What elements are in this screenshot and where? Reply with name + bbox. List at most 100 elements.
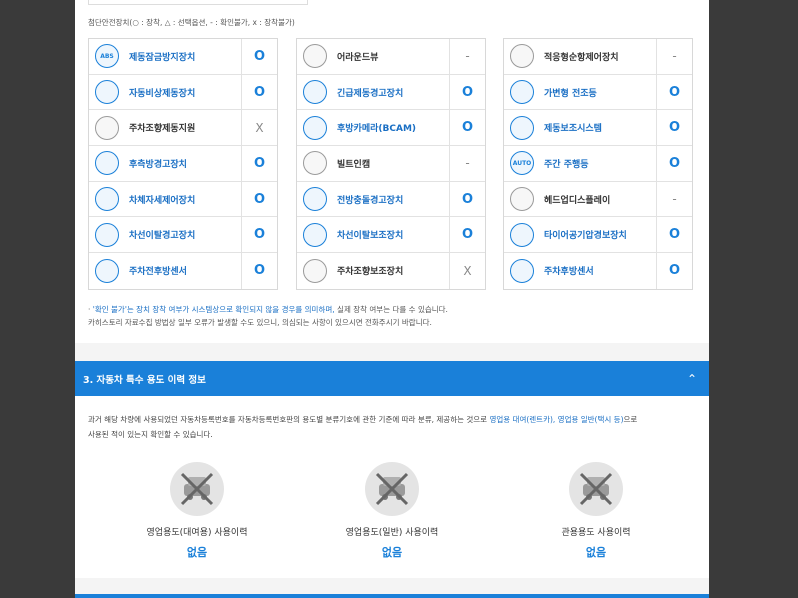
safety-item-label: 전방충돌경고장치	[337, 195, 404, 206]
safety-item-status: O	[449, 217, 485, 253]
safety-item-status: -	[449, 146, 485, 181]
safety-item-status: O	[241, 217, 277, 253]
special-usage-description: 과거 해당 차량에 사용되었던 자동차등록번호를 자동차등록번호판의 용도별 분…	[88, 415, 638, 439]
usage-history-item: 영업용도(일반) 사용이력없음	[317, 462, 467, 560]
rental-car-icon	[170, 462, 224, 516]
taxi-icon	[365, 462, 419, 516]
usage-history-item: 관용용도 사용이력없음	[521, 462, 671, 560]
safety-item-status: O	[241, 181, 277, 217]
usage-history-value: 없음	[381, 546, 403, 559]
safety-row: AUTO 주간 주행등 O	[504, 146, 692, 182]
safety-item-label: 차선이탈경고장치	[129, 231, 196, 242]
rear-parking-sensor-icon	[510, 258, 534, 283]
safety-column-2: 어라운드뷰 - 긴급제동경고장치 O 후방카메라(BCAM) O 빌트인캠 - 전방충돌경고장치…	[296, 38, 486, 290]
safety-item-label: 차선이탈보조장치	[337, 231, 404, 242]
usage-history-value: 없음	[186, 546, 208, 559]
head-up-display-icon	[510, 187, 534, 212]
safety-item-label: 후측방경고장치	[129, 159, 187, 170]
section-3-header[interactable]: 3. 자동차 특수 용도 이력 정보 ⌃	[75, 361, 709, 396]
safety-row: 적응형순항제어장치 -	[504, 39, 692, 75]
safety-row: 전방충돌경고장치 O	[297, 181, 485, 218]
safety-item-label: 타이어공기압경보장치	[544, 231, 627, 242]
safety-row: 차선이탈보조장치 O	[297, 217, 485, 254]
safety-item-status: O	[656, 74, 692, 110]
next-section-header[interactable]	[75, 594, 709, 598]
stability-control-icon	[95, 187, 119, 212]
safety-row: 차체자세제어장치 O	[89, 181, 277, 218]
safety-item-label: 헤드업디스플레이	[544, 195, 611, 206]
usage-history-value: 없음	[585, 546, 607, 559]
safety-item-label: 후방카메라(BCAM)	[337, 124, 417, 135]
chevron-up-icon[interactable]: ⌃	[687, 372, 697, 386]
brake-assist-icon	[510, 115, 534, 140]
safety-column-3: 적응형순항제어장치 - 가변형 전조등 O 제동보조시스템 O AUTO 주간 주행등 O 헤드업…	[503, 38, 693, 290]
safety-item-status: O	[656, 217, 692, 253]
safety-item-status: O	[449, 110, 485, 146]
safety-item-label: 주차조향제동지원	[129, 124, 196, 135]
safety-item-label: 가변형 전조등	[544, 88, 597, 99]
safety-item-label: 긴급제동경고장치	[337, 88, 404, 99]
safety-row: 자동비상제동장치 O	[89, 74, 277, 111]
safety-item-label: 빌트인캠	[337, 159, 371, 170]
safety-item-label: 주차전후방센서	[129, 267, 187, 278]
section-3-title: 3. 자동차 특수 용도 이력 정보	[83, 374, 206, 386]
report-page: 첨단안전장치(○ : 장착, △ : 선택옵션, - : 확인불가, x : 장…	[75, 0, 709, 598]
safety-row: 주차조향보조장치 X	[297, 253, 485, 289]
safety-legend: 첨단안전장치(○ : 장착, △ : 선택옵션, - : 확인불가, x : 장…	[88, 18, 295, 27]
lane-departure-warning-icon	[95, 222, 119, 247]
safety-item-label: 주차조향보조장치	[337, 267, 404, 278]
safety-row: 가변형 전조등 O	[504, 74, 692, 111]
safety-row: 빌트인캠 -	[297, 146, 485, 182]
safety-item-status: X	[449, 253, 485, 289]
lane-keeping-assist-icon	[303, 222, 327, 247]
usage-history-label: 영업용도(대여용) 사용이력	[146, 528, 248, 538]
usage-history-label: 영업용도(일반) 사용이력	[345, 528, 439, 538]
safety-item-label: 주간 주행등	[544, 159, 589, 170]
safety-column-1: ABS 제동잠금방지장치 O 자동비상제동장치 O 주차조향제동지원 X 후측방경고장치 O 차체…	[88, 38, 278, 290]
safety-row: ABS 제동잠금방지장치 O	[89, 39, 277, 75]
safety-item-status: O	[656, 146, 692, 181]
safety-item-label: 적응형순항제어장치	[544, 52, 619, 63]
parking-assist-icon	[303, 258, 327, 283]
safety-item-label: 제동보조시스템	[544, 124, 602, 135]
safety-row: 후방카메라(BCAM) O	[297, 110, 485, 147]
safety-row: 주차전후방센서 O	[89, 253, 277, 289]
safety-row: 헤드업디스플레이 -	[504, 181, 692, 218]
builtin-cam-icon	[303, 151, 327, 176]
note-line-2: 카히스토리 자료수집 방법상 일부 오류가 발생할 수도 있으니, 의심되는 사…	[88, 318, 432, 327]
safety-notes: · '확인 불가'는 장치 장착 여부가 시스템상으로 확인되지 않을 경우를 …	[88, 303, 448, 329]
safety-item-status: O	[656, 110, 692, 146]
safety-item-status: O	[449, 181, 485, 217]
safety-item-status: O	[241, 253, 277, 289]
safety-item-status: O	[656, 253, 692, 289]
safety-row: 긴급제동경고장치 O	[297, 74, 485, 111]
previous-table-edge	[88, 0, 308, 5]
safety-item-status: -	[656, 39, 692, 74]
government-vehicle-icon	[569, 462, 623, 516]
safety-item-label: 차체자세제어장치	[129, 195, 196, 206]
special-usage-card: 과거 해당 차량에 사용되었던 자동차등록번호를 자동차등록번호판의 용도별 분…	[75, 396, 709, 578]
safety-row: 제동보조시스템 O	[504, 110, 692, 147]
safety-row: 타이어공기압경보장치 O	[504, 217, 692, 254]
emergency-brake-icon	[95, 80, 119, 105]
usage-history-label: 관용용도 사용이력	[561, 528, 631, 538]
adaptive-headlight-icon	[510, 80, 534, 105]
rear-camera-icon	[303, 115, 327, 140]
tire-pressure-icon	[510, 222, 534, 247]
safety-item-label: 어라운드뷰	[337, 52, 379, 63]
parking-sensor-icon	[95, 258, 119, 283]
usage-history-item: 영업용도(대여용) 사용이력없음	[122, 462, 272, 560]
safety-item-label: 주차후방센서	[544, 267, 594, 278]
safety-item-status: -	[449, 39, 485, 74]
safety-row: 차선이탈경고장치 O	[89, 217, 277, 254]
safety-item-status: -	[656, 181, 692, 217]
safety-item-label: 자동비상제동장치	[129, 88, 196, 99]
safety-item-status: X	[241, 110, 277, 146]
safety-item-status: O	[449, 74, 485, 110]
around-view-icon	[303, 44, 327, 69]
safety-equipment-card: 첨단안전장치(○ : 장착, △ : 선택옵션, - : 확인불가, x : 장…	[75, 0, 709, 343]
emergency-brake-warning-icon	[303, 80, 327, 105]
safety-item-label: 제동잠금방지장치	[129, 52, 196, 63]
rear-side-warning-icon	[95, 151, 119, 176]
note-line-1: · '확인 불가'는 장치 장착 여부가 시스템상으로 확인되지 않을 경우를 …	[88, 305, 448, 314]
